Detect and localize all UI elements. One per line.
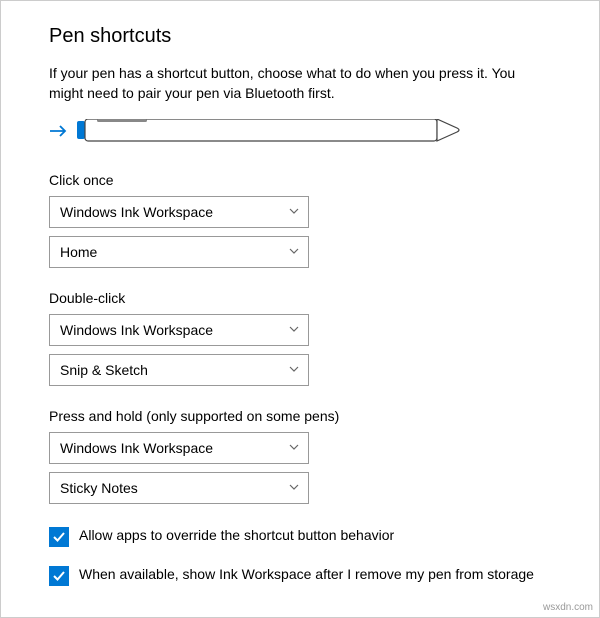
pen-illustration: [49, 119, 551, 148]
select-value: Snip & Sketch: [60, 362, 148, 378]
double-click-label: Double-click: [49, 290, 551, 306]
select-value: Windows Ink Workspace: [60, 440, 213, 456]
select-value: Windows Ink Workspace: [60, 204, 213, 220]
watermark: wsxdn.com: [543, 602, 593, 613]
chevron-down-icon: [288, 322, 300, 338]
press-hold-secondary-select[interactable]: Sticky Notes: [49, 472, 309, 504]
chevron-down-icon: [288, 362, 300, 378]
pen-icon: [77, 119, 467, 148]
select-value: Windows Ink Workspace: [60, 322, 213, 338]
page-title: Pen shortcuts: [49, 25, 551, 48]
chevron-down-icon: [288, 480, 300, 496]
checkbox-checked-icon: [49, 566, 69, 586]
chevron-down-icon: [288, 244, 300, 260]
click-once-label: Click once: [49, 172, 551, 188]
click-once-section: Click once Windows Ink Workspace Home: [49, 172, 551, 268]
double-click-secondary-select[interactable]: Snip & Sketch: [49, 354, 309, 386]
double-click-section: Double-click Windows Ink Workspace Snip …: [49, 290, 551, 386]
click-once-secondary-select[interactable]: Home: [49, 236, 309, 268]
double-click-primary-select[interactable]: Windows Ink Workspace: [49, 314, 309, 346]
press-hold-primary-select[interactable]: Windows Ink Workspace: [49, 432, 309, 464]
chevron-down-icon: [288, 440, 300, 456]
show-workspace-checkbox-row[interactable]: When available, show Ink Workspace after…: [49, 565, 551, 586]
override-checkbox-row[interactable]: Allow apps to override the shortcut butt…: [49, 526, 551, 547]
press-hold-section: Press and hold (only supported on some p…: [49, 408, 551, 504]
checkbox-checked-icon: [49, 527, 69, 547]
click-once-primary-select[interactable]: Windows Ink Workspace: [49, 196, 309, 228]
override-label: Allow apps to override the shortcut butt…: [79, 526, 394, 546]
select-value: Sticky Notes: [60, 480, 138, 496]
pen-description: If your pen has a shortcut button, choos…: [49, 64, 551, 103]
show-workspace-label: When available, show Ink Workspace after…: [79, 565, 534, 585]
arrow-right-icon: [49, 123, 69, 144]
chevron-down-icon: [288, 204, 300, 220]
select-value: Home: [60, 244, 97, 260]
press-hold-label: Press and hold (only supported on some p…: [49, 408, 551, 424]
